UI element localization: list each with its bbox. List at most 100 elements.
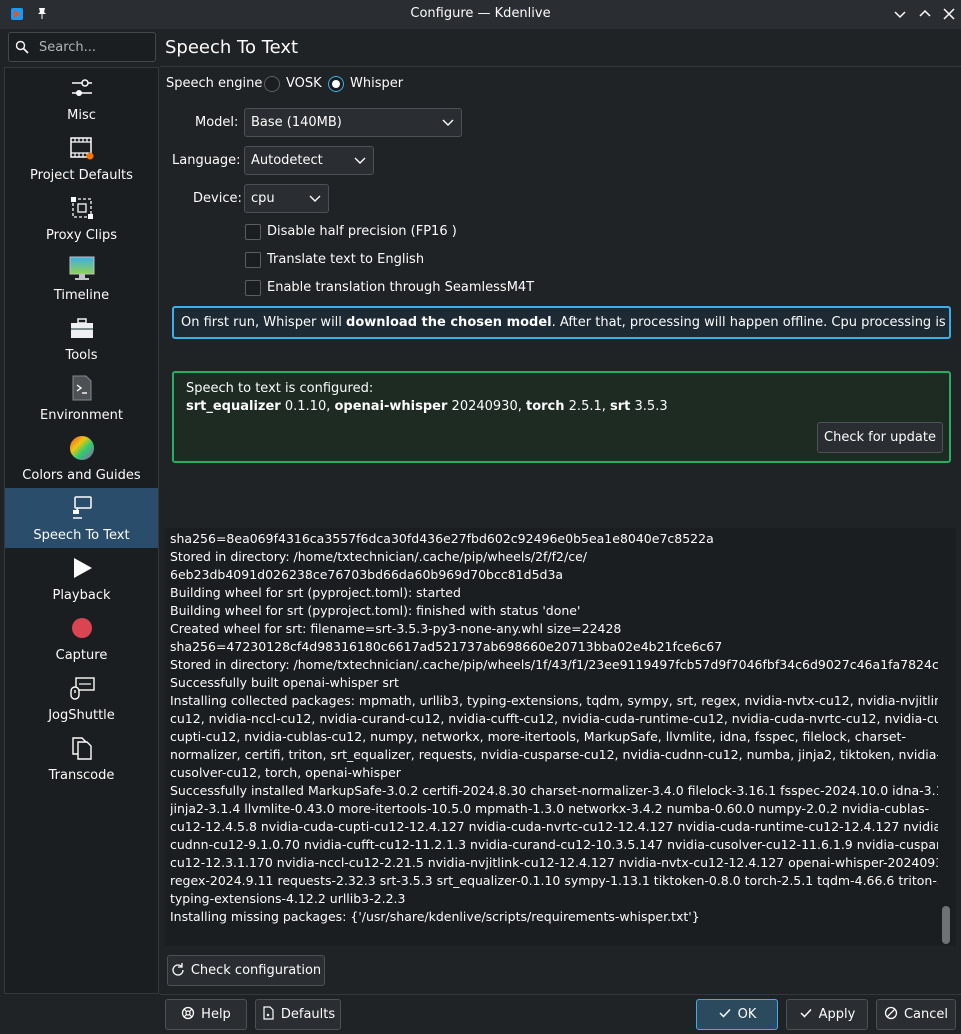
- film-icon: [70, 137, 94, 160]
- ok-label: OK: [737, 1007, 757, 1022]
- apply-label: Apply: [818, 1007, 856, 1022]
- sidebar-item-label: Transcode: [48, 768, 115, 783]
- apply-button[interactable]: Apply: [786, 999, 868, 1030]
- sidebar-item-misc[interactable]: Misc: [5, 68, 158, 128]
- translate-english-label[interactable]: Translate text to English: [267, 252, 424, 267]
- search-box[interactable]: [8, 32, 156, 62]
- whisper-radio[interactable]: [328, 76, 344, 92]
- cancel-icon: [884, 1006, 898, 1020]
- info-text: . After that, processing will happen off…: [551, 315, 951, 330]
- log-line: Successfully installed MarkupSafe-3.0.2 …: [170, 783, 938, 798]
- package-name: openai-whisper: [334, 399, 448, 414]
- log-line: 6eb23db4091d026238ce76703bd66da60b969d70…: [170, 567, 564, 582]
- disable-fp16-checkbox[interactable]: [245, 224, 261, 240]
- title-bar: Configure — Kdenlive: [0, 0, 961, 29]
- sidebar-item-label: Speech To Text: [33, 528, 130, 543]
- search-icon: [15, 40, 29, 54]
- log-line: cupti-cu12, nvidia-cublas-cu12, numpy, n…: [170, 729, 906, 744]
- sidebar: Misc Project Defaults Proxy Clips Timeli…: [4, 67, 159, 994]
- install-log[interactable]: sha256=8ea069f4316ca3557f6dca30fd436e27f…: [165, 528, 956, 946]
- package-name: srt_equalizer: [186, 399, 281, 414]
- seamless-translation-label[interactable]: Enable translation through SeamlessM4T: [267, 280, 534, 295]
- sidebar-item-label: Environment: [39, 408, 123, 423]
- translate-english-checkbox[interactable]: [245, 252, 261, 268]
- cancel-button[interactable]: Cancel: [876, 999, 956, 1030]
- log-line: typing-extensions-4.12.2 urllib3-2.2.3: [170, 891, 406, 906]
- sidebar-item-tools[interactable]: Tools: [5, 308, 158, 368]
- sidebar-item-proxy-clips[interactable]: Proxy Clips: [5, 188, 158, 248]
- defaults-button[interactable]: Defaults: [255, 999, 341, 1030]
- timeline-icon: [69, 256, 95, 280]
- sidebar-item-transcode[interactable]: Transcode: [5, 728, 158, 788]
- package-version: 3.5.3: [630, 399, 668, 414]
- status-message: Speech to text is configured: srt_equali…: [172, 371, 951, 463]
- vosk-radio-label[interactable]: VOSK: [286, 76, 322, 91]
- language-select[interactable]: Autodetect: [244, 146, 374, 175]
- model-label: Model:: [195, 115, 239, 130]
- sidebar-item-jogshuttle[interactable]: JogShuttle: [5, 668, 158, 728]
- log-scrollbar-thumb[interactable]: [942, 906, 950, 944]
- checkmark-icon: [719, 1008, 731, 1018]
- speech-engine-label: Speech engine: [166, 76, 263, 91]
- sidebar-item-label: Playback: [52, 588, 111, 603]
- sidebar-item-environment[interactable]: Environment: [5, 368, 158, 428]
- log-line: cu12-12.4.5.8 nvidia-cuda-cupti-cu12-12.…: [170, 819, 938, 834]
- sidebar-item-label: Colors and Guides: [22, 468, 141, 483]
- sidebar-item-speech-to-text[interactable]: Speech To Text: [5, 488, 158, 548]
- divider: [160, 994, 961, 995]
- record-icon: [72, 618, 92, 638]
- sidebar-item-label: Proxy Clips: [45, 228, 118, 243]
- language-select-value: Autodetect: [251, 153, 323, 168]
- log-line: Building wheel for srt (pyproject.toml):…: [170, 585, 461, 600]
- log-line: Building wheel for srt (pyproject.toml):…: [170, 603, 581, 618]
- package-version: 0.1.10,: [280, 399, 335, 414]
- window-title: Configure — Kdenlive: [410, 6, 551, 21]
- close-icon[interactable]: [940, 5, 958, 23]
- transcode-icon: [72, 737, 92, 760]
- log-line: normalizer, certifi, triton, srt_equaliz…: [170, 747, 938, 762]
- sidebar-item-label: JogShuttle: [48, 708, 115, 723]
- speech-icon: [73, 496, 92, 519]
- check-configuration-button[interactable]: Check configuration: [167, 955, 325, 986]
- help-button[interactable]: Help: [165, 999, 247, 1030]
- sidebar-item-label: Misc: [67, 108, 96, 123]
- maximize-icon[interactable]: [916, 5, 934, 23]
- vosk-radio[interactable]: [264, 76, 280, 92]
- ok-button[interactable]: OK: [696, 999, 778, 1030]
- divider: [160, 66, 961, 67]
- sidebar-item-label: Tools: [65, 348, 98, 363]
- chevron-down-icon: [309, 195, 321, 202]
- sidebar-item-label: Project Defaults: [30, 168, 133, 183]
- proxy-icon: [71, 197, 93, 219]
- log-line: cudnn-cu12-9.1.0.70 nvidia-cufft-cu12-11…: [170, 837, 938, 852]
- check-for-update-button[interactable]: Check for update: [817, 422, 943, 453]
- device-select-value: cpu: [251, 191, 275, 206]
- sidebar-item-playback[interactable]: Playback: [5, 548, 158, 608]
- log-line: Stored in directory: /home/txtechnician/…: [170, 657, 938, 672]
- info-message: On first run, Whisper will download the …: [172, 306, 951, 339]
- check-configuration-label: Check configuration: [190, 963, 322, 978]
- defaults-label: Defaults: [280, 1007, 336, 1022]
- package-versions: srt_equalizer 0.1.10, openai-whisper 202…: [186, 399, 668, 414]
- whisper-radio-label[interactable]: Whisper: [350, 76, 403, 91]
- seamless-translation-checkbox[interactable]: [245, 280, 261, 296]
- package-name: srt: [610, 399, 631, 414]
- disable-fp16-label[interactable]: Disable half precision (FP16 ): [267, 224, 457, 239]
- sidebar-item-colors-and-guides[interactable]: Colors and Guides: [5, 428, 158, 488]
- status-title: Speech to text is configured:: [186, 381, 374, 396]
- jogshuttle-icon: [70, 677, 95, 700]
- sidebar-item-project-defaults[interactable]: Project Defaults: [5, 128, 158, 188]
- toolbox-icon: [71, 318, 93, 338]
- log-line: Stored in directory: /home/txtechnician/…: [170, 549, 587, 564]
- model-select[interactable]: Base (140MB): [244, 108, 462, 137]
- info-text: On first run, Whisper will: [181, 315, 347, 330]
- sidebar-item-capture[interactable]: Capture: [5, 608, 158, 668]
- minimize-icon[interactable]: [891, 5, 909, 23]
- page-title: Speech To Text: [165, 37, 299, 58]
- log-lines: sha256=8ea069f4316ca3557f6dca30fd436e27f…: [170, 530, 938, 926]
- device-select[interactable]: cpu: [244, 184, 329, 213]
- color-wheel-icon: [70, 436, 94, 460]
- sidebar-item-timeline[interactable]: Timeline: [5, 248, 158, 308]
- log-line: sha256=8ea069f4316ca3557f6dca30fd436e27f…: [170, 531, 714, 546]
- search-input[interactable]: [39, 38, 149, 56]
